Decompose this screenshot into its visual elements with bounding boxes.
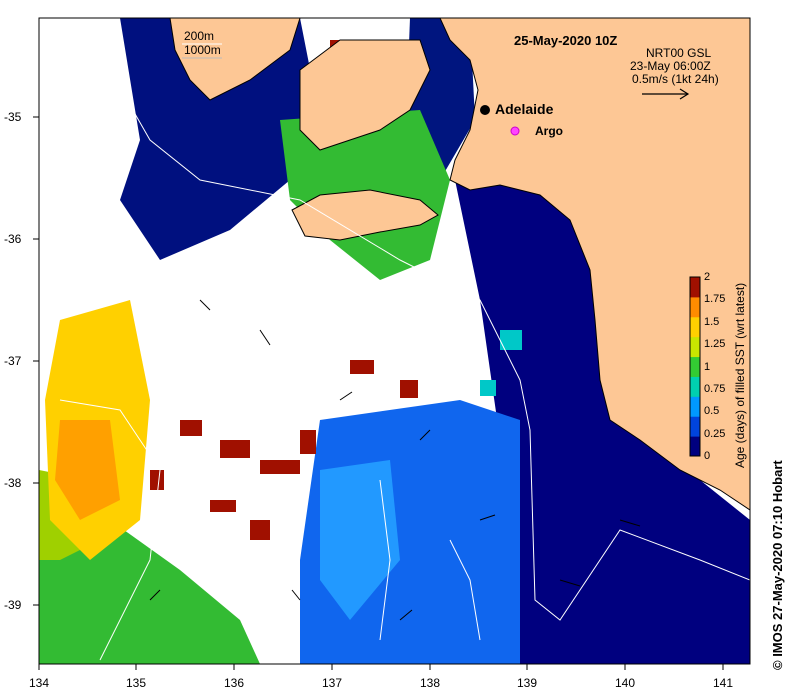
colorbar-tick-0: 0 [704,450,711,462]
colorbar-tick-0.25: 0.25 [704,428,726,440]
x-tick-137: 137 [321,676,343,690]
credit-text: © IMOS 27-May-2020 07:10 Hobart [770,460,785,670]
colorbar-tick-1.75: 1.75 [704,293,726,305]
altimetry-time: 23-May 06:00Z [630,59,711,73]
colorbar-segment [690,316,700,338]
colorbar-segment [690,336,700,358]
colorbar-segment [690,416,700,437]
colorbar-segment [690,436,700,457]
x-tick-134: 134 [28,676,50,690]
x-tick-138: 138 [419,676,441,690]
argo-label: Argo [535,124,563,138]
colorbar-tick-1.25: 1.25 [704,338,726,350]
y-tick-36: -36 [4,232,22,246]
colorbar-tick-1.5: 1.5 [704,316,720,328]
y-tick-39: -39 [4,598,22,612]
isobath-legend-200: 200m [184,29,215,43]
sst-age-map [33,17,751,670]
adelaide-marker [480,105,490,115]
map-date: 25-May-2020 10Z [514,33,618,48]
colorbar-tick-0.5: 0.5 [704,405,720,417]
argo-marker [510,126,520,136]
adelaide-label: Adelaide [495,101,554,117]
y-tick-38: -38 [4,476,22,490]
x-tick-141: 141 [712,676,734,690]
isobath-legend-1000: 1000m [184,43,221,57]
colorbar-segment [690,396,700,417]
colorbar-segment [690,376,700,397]
altimetry-product: NRT00 GSL [646,46,712,60]
x-tick-136: 136 [223,676,245,690]
colorbar-tick-2: 2 [704,271,711,283]
vector-scale-label: 0.5m/s (1kt 24h) [632,72,719,86]
y-tick-37: -37 [4,354,22,368]
colorbar-label: Age (days) of filled SST (wrt latest) [733,282,747,468]
x-tick-140: 140 [614,676,636,690]
x-tick-135: 135 [125,676,147,690]
colorbar-tick-0.75: 0.75 [704,383,726,395]
y-tick-35: -35 [4,110,22,124]
colorbar-tick-1: 1 [704,361,711,373]
colorbar-segment [690,356,700,377]
colorbar-segment [690,277,700,298]
colorbar [689,276,701,457]
colorbar-segment [690,296,700,318]
x-tick-139: 139 [516,676,538,690]
